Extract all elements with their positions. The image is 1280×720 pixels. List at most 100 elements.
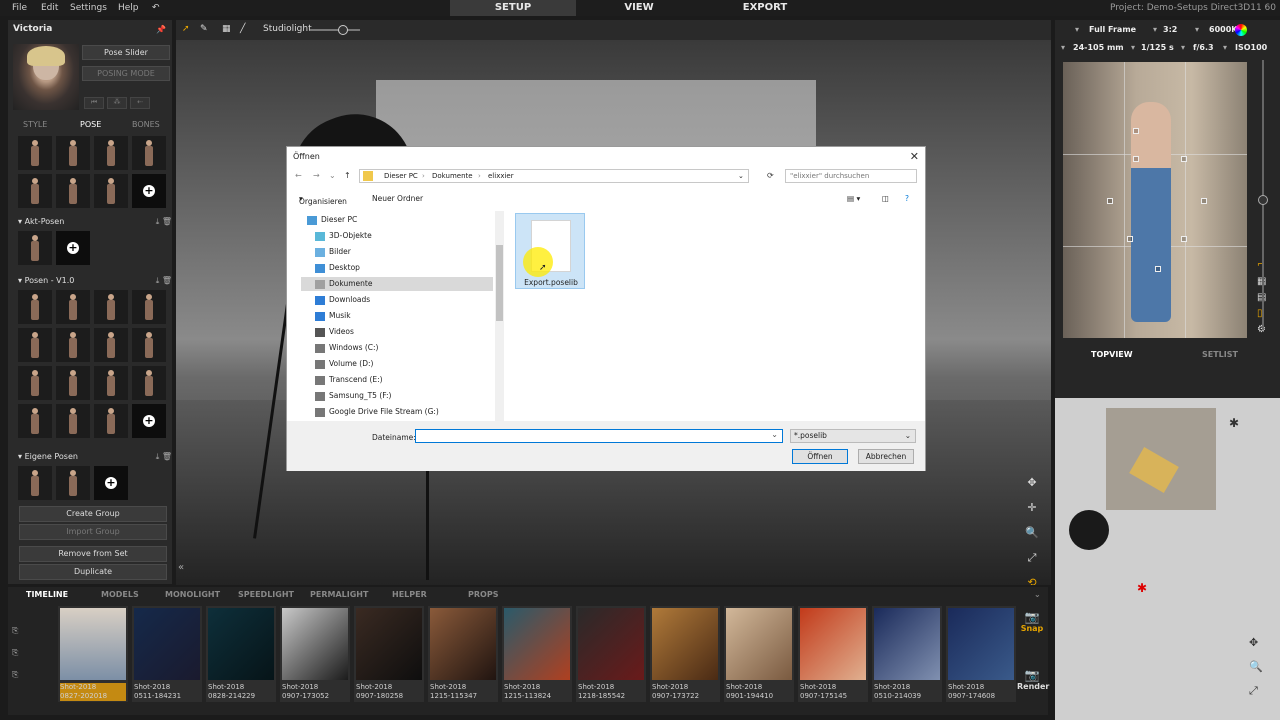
pose-thumb[interactable]: [94, 290, 128, 324]
focus-point[interactable]: [1155, 266, 1161, 272]
tree-item-selected[interactable]: Dokumente: [301, 277, 493, 291]
tab-setup[interactable]: SETUP: [450, 0, 576, 16]
shot-thumb[interactable]: Shot-2018 0511-184231: [132, 606, 202, 702]
import-group-button[interactable]: Import Group: [19, 524, 167, 540]
tab-export[interactable]: EXPORT: [702, 0, 828, 16]
select-icon[interactable]: ➚: [182, 24, 190, 34]
tree-item[interactable]: Dieser PC: [301, 213, 493, 227]
pose-thumb[interactable]: [132, 290, 166, 324]
help-icon[interactable]: ?: [905, 194, 909, 203]
create-group-button[interactable]: Create Group: [19, 506, 167, 522]
color-wheel-icon[interactable]: [1235, 24, 1247, 36]
move-icon[interactable]: ✛: [1024, 501, 1040, 517]
tab-setlist[interactable]: SETLIST: [1202, 350, 1238, 359]
zoom-icon[interactable]: 🔍: [1249, 660, 1263, 673]
topview-map[interactable]: ✱ ✱ ✥ 🔍 ⤢: [1055, 398, 1280, 720]
address-bar[interactable]: Dieser PC › Dokumente › elixxier ⌄: [359, 169, 749, 183]
forward-arrow-icon[interactable]: →: [313, 171, 320, 180]
download-trash-icons[interactable]: ⤓ 🗑: [156, 217, 172, 227]
shot-thumb[interactable]: Shot-2018 0827-202018: [58, 606, 128, 702]
camera-list-icon[interactable]: ⎘: [12, 648, 32, 658]
focus-point[interactable]: [1133, 156, 1139, 162]
pose-thumb[interactable]: [132, 366, 166, 400]
pose-thumb[interactable]: [18, 290, 52, 324]
shot-thumb[interactable]: Shot-2018 0901-194410: [724, 606, 794, 702]
tab-props[interactable]: PROPS: [468, 590, 498, 599]
move-icon[interactable]: ✥: [1249, 636, 1258, 649]
fit-icon[interactable]: ⤢: [1249, 684, 1258, 698]
duplicate-button[interactable]: Duplicate: [19, 564, 167, 580]
remove-from-set-button[interactable]: Remove from Set: [19, 546, 167, 562]
frame-format[interactable]: Full Frame: [1089, 25, 1136, 34]
open-button[interactable]: Öffnen: [792, 449, 848, 464]
pin-icon[interactable]: 📌: [156, 25, 166, 34]
back-icon[interactable]: ⇠: [130, 97, 150, 109]
new-folder-button[interactable]: Neuer Ordner: [372, 194, 423, 203]
view-icon[interactable]: ▤ ▾: [847, 194, 860, 203]
scroll-thumb[interactable]: [496, 245, 503, 321]
posing-mode-button[interactable]: POSING MODE: [82, 66, 170, 81]
tree-item[interactable]: Desktop: [309, 261, 501, 275]
pose-thumb[interactable]: [56, 174, 90, 208]
pose-thumb[interactable]: [94, 328, 128, 362]
focus-point[interactable]: [1181, 156, 1187, 162]
focus-point[interactable]: [1133, 128, 1139, 134]
zoom-slider[interactable]: [1258, 60, 1268, 330]
close-icon[interactable]: ✕: [910, 150, 919, 163]
dropdown-icon[interactable]: ▾: [1153, 25, 1157, 34]
pose-thumb[interactable]: [94, 404, 128, 438]
address-dropdown-icon[interactable]: ⌄: [738, 170, 744, 182]
shot-thumb[interactable]: Shot-2018 0907-173722: [650, 606, 720, 702]
pose-thumb[interactable]: [18, 404, 52, 438]
tree-item[interactable]: Bilder: [309, 245, 501, 259]
camera-list-icon[interactable]: ⎘: [12, 626, 32, 636]
filename-dropdown-icon[interactable]: ⌄: [771, 430, 778, 439]
fit-icon[interactable]: ⤢: [1024, 551, 1040, 567]
history-dropdown-icon[interactable]: ⌄: [329, 171, 336, 180]
line-icon[interactable]: ╱: [240, 24, 245, 34]
undo-icon[interactable]: ↶: [152, 3, 160, 13]
dropdown-icon[interactable]: ▾: [1061, 43, 1065, 52]
search-input[interactable]: "elixxier" durchsuchen: [785, 169, 917, 183]
camera-marker-icon[interactable]: ✱: [1137, 581, 1147, 595]
light-slider[interactable]: [310, 25, 360, 35]
focus-point[interactable]: [1181, 236, 1187, 242]
tree-item[interactable]: 3D-Objekte: [309, 229, 501, 243]
tab-models[interactable]: MODELS: [101, 590, 139, 599]
pose-thumb[interactable]: [94, 136, 128, 170]
pose-thumb[interactable]: [56, 404, 90, 438]
pose-thumb[interactable]: [56, 466, 90, 500]
tree-item[interactable]: Videos: [309, 325, 501, 339]
shutter[interactable]: 1/125 s: [1141, 43, 1174, 52]
zoom-slider-knob[interactable]: [1258, 195, 1268, 205]
refresh-icon[interactable]: ⟳: [767, 171, 774, 180]
tab-helper[interactable]: HELPER: [392, 590, 427, 599]
tree-item[interactable]: Google Drive File Stream (G:): [309, 405, 501, 419]
menu-file[interactable]: File: [12, 3, 27, 13]
pose-thumb[interactable]: [18, 136, 52, 170]
tab-bones[interactable]: BONES: [132, 120, 160, 129]
menu-help[interactable]: Help: [118, 3, 139, 13]
figure-icon[interactable]: ⁂: [107, 97, 127, 109]
pose-thumb[interactable]: [18, 231, 52, 265]
crumb-elixxier[interactable]: elixxier: [488, 170, 514, 182]
add-pose-button[interactable]: +: [132, 404, 166, 438]
tab-timeline[interactable]: TIMELINE: [26, 590, 68, 599]
shot-thumb[interactable]: Shot-2018 0907-174608: [946, 606, 1016, 702]
dropdown-icon[interactable]: ▾: [1223, 43, 1227, 52]
lens[interactable]: 24-105 mm: [1073, 43, 1124, 52]
first-icon[interactable]: ⏮: [84, 97, 104, 109]
tree-item[interactable]: Windows (C:): [309, 341, 501, 355]
tab-permalight[interactable]: PERMALIGHT: [310, 590, 368, 599]
shot-thumb[interactable]: Shot-2018 0907-180258: [354, 606, 424, 702]
dropdown-icon[interactable]: ▾: [1195, 25, 1199, 34]
shot-thumb[interactable]: Shot-2018 1218-185542: [576, 606, 646, 702]
color-temp[interactable]: 6000K: [1209, 25, 1237, 34]
pose-thumb[interactable]: [18, 174, 52, 208]
group-header[interactable]: ▾ Posen - V1.0 ⤓ 🗑: [18, 276, 172, 285]
shot-thumb[interactable]: Shot-2018 0828-214229: [206, 606, 276, 702]
pose-thumb[interactable]: [18, 366, 52, 400]
grid-icon[interactable]: ▦: [222, 24, 231, 34]
slider-knob[interactable]: [338, 25, 348, 35]
tree-item[interactable]: Transcend (E:): [309, 373, 501, 387]
